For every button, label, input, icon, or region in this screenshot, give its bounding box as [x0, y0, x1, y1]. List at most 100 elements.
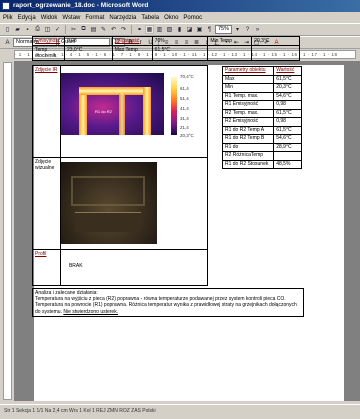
menu-insert[interactable]: Wstaw — [62, 15, 80, 21]
param-value: 20,3°C — [273, 83, 302, 93]
document-map-icon[interactable]: ▣ — [195, 25, 204, 34]
param-value: 61,5°C — [273, 108, 302, 118]
columns-icon[interactable]: ▮ — [175, 25, 184, 34]
param-name: Max — [221, 74, 275, 84]
profile-value: BRAK — [68, 263, 83, 269]
value-header: Wartość — [276, 67, 295, 73]
param-value: 0,98 — [273, 100, 302, 110]
paste-icon[interactable]: ▤ — [89, 25, 98, 34]
param-value: 28,9°C — [273, 142, 302, 152]
cabinet-shape — [75, 212, 141, 232]
open-icon[interactable]: ▰ — [13, 25, 22, 34]
zoom-select[interactable]: 75% — [215, 25, 233, 34]
max-temp-label: Max Temp — [111, 45, 153, 61]
tables-borders-icon[interactable]: ▦ — [145, 25, 154, 34]
menu-view[interactable]: Widok — [41, 15, 58, 21]
table-row: Min 20,3°C — [221, 83, 302, 93]
toolbar-options-icon[interactable]: » — [253, 25, 262, 34]
insert-table-icon[interactable]: ▥ — [155, 25, 164, 34]
param-name: R1 Temp. max. — [221, 91, 275, 101]
table-row: R1 Temp. max. 54,6°C — [221, 91, 302, 101]
menu-help[interactable]: Pomoc — [183, 15, 202, 21]
spot-label: R1 do R2 — [95, 109, 112, 114]
param-name: R2 Temp. max. — [221, 108, 275, 118]
spelling-icon[interactable]: ✓ — [53, 25, 62, 34]
standard-toolbar: ▯ ▰ ▪ ⎙ ◫ ✓ ✂ ⧉ ▤ ✎ ↶ ↷ ⚭ ▦ ▥ ▧ ▮ ◪ ▣ ¶ … — [0, 23, 360, 36]
help-icon[interactable]: ? — [243, 25, 252, 34]
analysis-conclusion: Nie stwierdzono usterek. — [63, 308, 119, 315]
table-row: R2 Emisyjność 0,98 — [221, 117, 302, 127]
thermal-image[interactable]: R1 do R2 — [61, 73, 164, 135]
pipe-right — [143, 87, 151, 135]
ambient-label: Temp otoczenia — [32, 45, 65, 61]
menu-window[interactable]: Okno — [164, 15, 178, 21]
hyperlink-icon[interactable]: ⚭ — [135, 25, 144, 34]
param-name: R1 do R2 Stosunek — [221, 159, 275, 169]
styles-icon[interactable]: A — [3, 38, 12, 47]
param-value — [273, 151, 302, 161]
scale-tick: 51,4 — [180, 96, 189, 101]
vertical-ruler[interactable] — [3, 62, 12, 400]
param-name: R2 Emisyjność — [221, 117, 275, 127]
show-hide-icon[interactable]: ¶ — [205, 25, 214, 34]
title-bar: raport_ogrzewanie_18.doc - Microsoft Wor… — [0, 0, 360, 12]
menu-file[interactable]: Plik — [3, 15, 13, 21]
window-title: raport_ogrzewanie_18.doc - Microsoft Wor… — [13, 2, 149, 9]
humidity-label: Wilgotność — [114, 38, 140, 44]
analysis-box: Analiza i zalecane działania: Temperatur… — [32, 288, 304, 317]
undo-icon[interactable]: ↶ — [109, 25, 118, 34]
min-temp-value: 20,3°C — [251, 36, 300, 46]
scale-tick: 70,4°C — [180, 74, 194, 79]
table-row: R2 Temp. max. 61,5°C — [221, 108, 302, 118]
param-value: 54,6°C — [273, 134, 302, 144]
pipe-middle — [119, 93, 125, 135]
print-preview-icon[interactable]: ◫ — [43, 25, 52, 34]
menu-edit[interactable]: Edycja — [18, 15, 36, 21]
ambient-value: 23,0°C — [63, 45, 113, 61]
table-row: R1 do 28,9°C — [221, 142, 302, 152]
scale-tick: 21,4 — [180, 125, 189, 130]
visual-image[interactable] — [61, 162, 157, 244]
redo-icon[interactable]: ↷ — [119, 25, 128, 34]
format-painter-icon[interactable]: ✎ — [99, 25, 108, 34]
max-temp-value: 61,5°C — [151, 45, 209, 61]
menu-table[interactable]: Tabela — [141, 15, 159, 21]
save-icon[interactable]: ▪ — [23, 25, 32, 34]
param-value: 61,5°C — [273, 74, 302, 84]
radiator-shape — [71, 176, 145, 206]
visual-image-label: Zdjęcie wizualne — [32, 157, 61, 250]
new-document-icon[interactable]: ▯ — [3, 25, 12, 34]
menu-format[interactable]: Format — [85, 15, 104, 21]
table-row: Max 61,5°C — [221, 74, 302, 84]
param-name: R1 do R2 Temp A — [221, 125, 275, 135]
word-app-icon — [2, 2, 10, 10]
param-name: R1 Emisyjność — [221, 100, 275, 110]
param-value: 48,5% — [273, 159, 302, 169]
status-bar: Str 1 Sekcja 1 1/1 Na 2,4 cm Wrs 1 Kol 1… — [0, 404, 360, 419]
drawing-icon[interactable]: ◪ — [185, 25, 194, 34]
param-name: R1 do — [221, 142, 275, 152]
table-row: R1 do R2 Temp A 61,5°C — [221, 125, 302, 135]
cut-icon[interactable]: ✂ — [69, 25, 78, 34]
param-value: 61,5°C — [273, 125, 302, 135]
menu-tools[interactable]: Narzędzia — [109, 15, 136, 21]
insert-excel-icon[interactable]: ▧ — [165, 25, 174, 34]
scale-tick: 41,4 — [180, 106, 189, 111]
toolbar-separator — [65, 25, 66, 34]
word-window: raport_ogrzewanie_18.doc - Microsoft Wor… — [0, 0, 360, 419]
copy-icon[interactable]: ⧉ — [79, 25, 88, 34]
pipe-top — [79, 87, 149, 95]
emissivity-value: 0,98 — [63, 36, 113, 46]
table-row: R2 RóżnicaTemp — [221, 151, 302, 161]
profile-label: Profil — [35, 251, 47, 257]
pipe-left — [79, 91, 87, 135]
parameters-table: Parametry obiektu Wartość Max 61,5°C Min 2… — [221, 66, 302, 169]
table-row: R1 do R2 Temp B 54,6°C — [221, 134, 302, 144]
humidity-value: 70% — [151, 36, 209, 46]
color-scale-bar — [171, 77, 177, 135]
param-name: R2 RóżnicaTemp — [221, 151, 275, 161]
print-icon[interactable]: ⎙ — [33, 25, 42, 34]
emissivity-label: Emisyjność — [35, 38, 61, 44]
min-temp-label: Min Temp — [207, 36, 253, 46]
zoom-dropdown-icon[interactable]: ▾ — [233, 25, 242, 34]
